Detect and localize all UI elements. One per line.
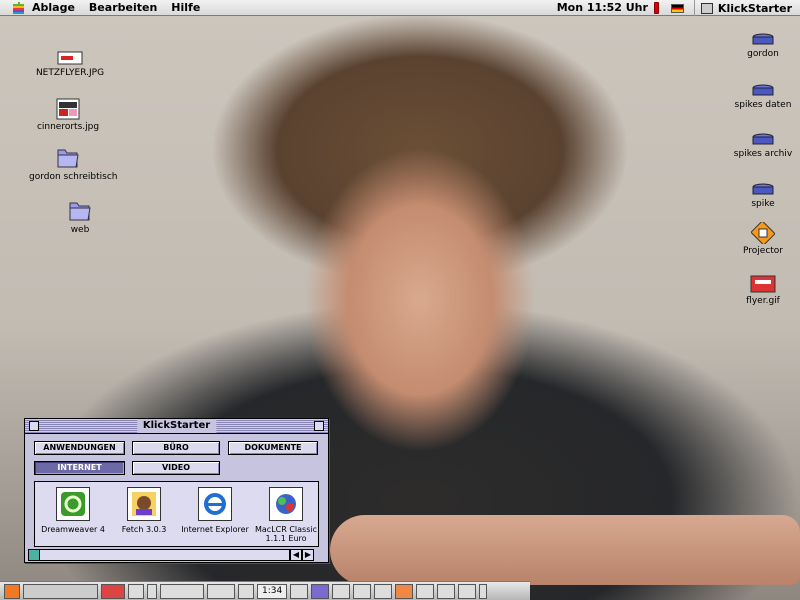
maclcr-globe-icon bbox=[269, 487, 303, 521]
projector-app-icon bbox=[751, 222, 775, 244]
horizontal-scrollbar[interactable]: ◀ ▶ bbox=[28, 549, 325, 561]
folder-icon bbox=[57, 149, 79, 168]
network-volume-icon bbox=[752, 33, 774, 45]
control-strip-time[interactable]: 1:34 bbox=[257, 583, 288, 599]
tab-video[interactable]: VIDEO bbox=[132, 461, 220, 475]
desktop-icon-label: gordon schreibtisch bbox=[29, 172, 118, 182]
speed-module-icon[interactable] bbox=[207, 583, 235, 599]
desktop-icon-label: cinnerorts.jpg bbox=[36, 122, 100, 132]
battery-module-icon[interactable] bbox=[147, 583, 157, 599]
desktop-icon-gordon-schreibtisch[interactable]: gordon schreibtisch bbox=[28, 146, 118, 182]
network-volume-icon bbox=[752, 84, 774, 96]
appletalk-module-icon[interactable] bbox=[101, 583, 125, 599]
location-module-icon[interactable] bbox=[238, 583, 254, 599]
menu-bar: Ablage Bearbeiten Hilfe Mon 11:52 Uhr Kl… bbox=[0, 0, 800, 16]
close-box-button[interactable] bbox=[29, 421, 39, 431]
menu-ablage[interactable]: Ablage bbox=[26, 0, 83, 16]
fetch-dog-icon bbox=[127, 487, 161, 521]
desktop-icon-web[interactable]: web bbox=[40, 199, 120, 235]
speech-module-icon[interactable] bbox=[437, 583, 456, 599]
wallpaper-arm bbox=[330, 515, 800, 585]
menu-clock[interactable]: Mon 11:52 Uhr bbox=[551, 0, 654, 16]
desktop-icon-label: Projector bbox=[743, 246, 783, 256]
desktop-icon-spike[interactable]: spike bbox=[735, 183, 791, 209]
scroll-left-arrow-icon[interactable]: ◀ bbox=[290, 549, 302, 561]
folder-icon bbox=[69, 202, 91, 221]
application-menu-label: KlickStarter bbox=[717, 1, 792, 15]
app-label: Dreamweaver 4 bbox=[41, 525, 105, 534]
app-maclcr[interactable]: MacLCR Classic 1.1.1 Euro bbox=[250, 487, 322, 543]
desktop-icon-flyer-gif[interactable]: flyer.gif bbox=[735, 274, 791, 306]
image-file-icon bbox=[56, 98, 80, 120]
desktop-icon-label: flyer.gif bbox=[746, 296, 780, 306]
desktop-icon-cinnerorts[interactable]: cinnerorts.jpg bbox=[28, 98, 108, 132]
app-internet-explorer[interactable]: Internet Explorer bbox=[180, 487, 250, 534]
app-fetch[interactable]: Fetch 3.0.3 bbox=[109, 487, 179, 534]
tab-buero[interactable]: BÜRO bbox=[132, 441, 220, 455]
sound-module-icon[interactable] bbox=[353, 583, 372, 599]
app-launcher-panel: Dreamweaver 4 Fetch 3.0.3 Internet Explo… bbox=[34, 481, 319, 547]
image-file-icon bbox=[57, 51, 83, 65]
scroll-right-arrow-icon[interactable]: ▶ bbox=[302, 549, 314, 561]
desktop-icon-gordon[interactable]: gordon bbox=[735, 33, 791, 59]
tab-dokumente[interactable]: DOKUMENTE bbox=[228, 441, 318, 455]
network-volume-icon bbox=[752, 133, 774, 145]
web-sharing-module-icon[interactable] bbox=[458, 583, 477, 599]
cd-control-module[interactable] bbox=[23, 583, 98, 599]
desktop-icon-label: spike bbox=[751, 199, 775, 209]
desktop-icon-label: web bbox=[70, 225, 90, 235]
menu-hilfe[interactable]: Hilfe bbox=[165, 0, 208, 16]
scrollbar-grow-box[interactable] bbox=[28, 549, 40, 561]
tab-anwendungen[interactable]: ANWENDUNGEN bbox=[34, 441, 125, 455]
window-title: KlickStarter bbox=[136, 419, 217, 433]
strip-collapse-tab[interactable] bbox=[479, 583, 488, 599]
desktop-icon-netzflyer[interactable]: NETZFLYER.JPG bbox=[30, 50, 110, 78]
file-sharing-module-icon[interactable] bbox=[374, 583, 393, 599]
tab-internet[interactable]: INTERNET bbox=[34, 461, 125, 475]
app-label: Fetch 3.0.3 bbox=[121, 525, 167, 534]
dreamweaver-icon bbox=[56, 487, 90, 521]
menu-bearbeiten[interactable]: Bearbeiten bbox=[83, 0, 165, 16]
network-volume-icon bbox=[752, 183, 774, 195]
printer-module-icon[interactable] bbox=[290, 583, 309, 599]
lock-module-icon[interactable] bbox=[416, 583, 435, 599]
klickstarter-titlebar[interactable]: KlickStarter bbox=[25, 419, 328, 434]
remote-access-module-icon[interactable] bbox=[332, 583, 351, 599]
desktop-icon-label: spikes daten bbox=[734, 100, 792, 110]
rss-feed-icon[interactable] bbox=[4, 583, 20, 599]
scrollbar-track[interactable] bbox=[40, 549, 290, 561]
apple-icon[interactable] bbox=[10, 1, 26, 14]
battery-icon[interactable] bbox=[653, 2, 659, 14]
internet-explorer-icon bbox=[198, 487, 232, 521]
klickstarter-window: KlickStarter ANWENDUNGEN BÜRO DOKUMENTE … bbox=[24, 418, 329, 563]
desktop-icon-spikes-daten[interactable]: spikes daten bbox=[729, 84, 797, 110]
application-icon bbox=[700, 2, 713, 14]
desktop-icon-label: NETZFLYER.JPG bbox=[35, 68, 105, 78]
application-menu[interactable]: KlickStarter bbox=[693, 0, 800, 16]
desktop-icon-spikes-archiv[interactable]: spikes archiv bbox=[729, 133, 797, 159]
image-file-icon bbox=[750, 275, 776, 293]
zoom-box-button[interactable] bbox=[314, 421, 324, 431]
app-dreamweaver[interactable]: Dreamweaver 4 bbox=[38, 487, 108, 534]
control-strip: 1:34 bbox=[0, 581, 530, 600]
desktop-icon-label: gordon bbox=[747, 49, 779, 59]
app-label: Internet Explorer bbox=[181, 525, 249, 534]
color-depth-module-icon[interactable] bbox=[395, 583, 414, 599]
memory-module[interactable] bbox=[160, 583, 204, 599]
app-label: MacLCR Classic 1.1.1 Euro bbox=[254, 525, 317, 543]
keychain-module-icon[interactable] bbox=[311, 583, 330, 599]
desktop-icon-label: spikes archiv bbox=[733, 149, 793, 159]
desktop-icon-projector[interactable]: Projector bbox=[735, 222, 791, 256]
german-flag-icon[interactable] bbox=[670, 3, 684, 13]
monitor-module-icon[interactable] bbox=[128, 583, 144, 599]
